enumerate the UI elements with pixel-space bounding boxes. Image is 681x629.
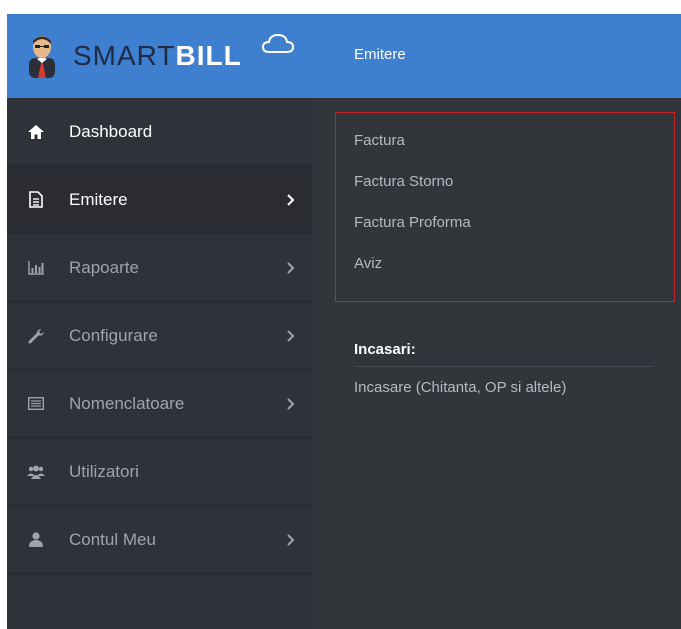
submenu-item-incasare[interactable]: Incasare (Chitanta, OP si altele) <box>354 379 566 396</box>
sidebar-item-label: Rapoarte <box>69 257 139 277</box>
sidebar-menu: Dashboard Emitere Rapoarte Configurare N… <box>7 98 312 574</box>
sidebar-item-label: Dashboard <box>69 121 153 141</box>
avatar-icon <box>29 36 55 78</box>
chevron-right-icon <box>287 261 295 274</box>
home-icon <box>27 123 45 141</box>
sidebar-item-contul-meu[interactable]: Contul Meu <box>7 506 312 574</box>
submenu-panel: Emitere Factura Factura Storno Factura P… <box>312 14 681 629</box>
submenu-item-factura[interactable]: Factura <box>354 132 405 149</box>
sidebar-item-nomenclatoare[interactable]: Nomenclatoare <box>7 370 312 438</box>
sidebar-item-rapoarte[interactable]: Rapoarte <box>7 234 312 302</box>
submenu-item-factura-storno[interactable]: Factura Storno <box>354 173 453 190</box>
document-icon <box>27 191 45 209</box>
sidebar-item-configurare[interactable]: Configurare <box>7 302 312 370</box>
sidebar-item-label: Utilizatori <box>69 461 139 481</box>
sidebar-item-label: Nomenclatoare <box>69 393 185 413</box>
page-title: Emitere <box>354 46 406 63</box>
submenu-item-factura-proforma[interactable]: Factura Proforma <box>354 214 471 231</box>
bar-chart-icon <box>27 259 45 277</box>
sidebar-item-dashboard[interactable]: Dashboard <box>7 98 312 166</box>
sidebar-item-label: Emitere <box>69 189 128 209</box>
logo-part2: BILL <box>175 40 242 71</box>
user-icon <box>27 531 45 549</box>
sidebar-item-emitere[interactable]: Emitere <box>7 166 312 234</box>
app-frame: SMARTBILL Dashboard Emitere Rapoarte Con… <box>7 14 681 629</box>
sidebar: SMARTBILL Dashboard Emitere Rapoarte Con… <box>7 14 312 629</box>
chevron-right-icon <box>287 193 295 206</box>
wrench-icon <box>27 327 45 345</box>
section-title-incasari: Incasari: <box>354 341 416 358</box>
sidebar-item-utilizatori[interactable]: Utilizatori <box>7 438 312 506</box>
sidebar-item-label: Contul Meu <box>69 529 156 549</box>
list-icon <box>27 395 45 413</box>
submenu-item-aviz[interactable]: Aviz <box>354 255 382 272</box>
chevron-right-icon <box>287 533 295 546</box>
section-divider <box>354 366 654 367</box>
submenu-header: Emitere <box>312 14 681 98</box>
logo-part1: SMART <box>73 40 176 71</box>
users-icon <box>27 463 45 481</box>
chevron-right-icon <box>287 397 295 410</box>
sidebar-item-label: Configurare <box>69 325 158 345</box>
cloud-icon <box>261 33 295 53</box>
logo-bar: SMARTBILL <box>7 14 312 98</box>
logo[interactable]: SMARTBILL <box>73 40 242 72</box>
chevron-right-icon <box>287 329 295 342</box>
